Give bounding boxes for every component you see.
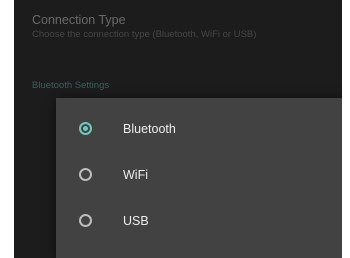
screen: Connection Type Choose the connection ty… [0,0,350,258]
settings-panel: Connection Type Choose the connection ty… [14,0,342,258]
option-label-wifi: WiFi [123,168,148,182]
option-wifi[interactable]: WiFi [56,156,342,196]
option-bluetooth[interactable]: Bluetooth [56,110,342,150]
option-usb[interactable]: USB [56,202,342,242]
option-label-bluetooth: Bluetooth [123,122,176,136]
radio-unselected-icon[interactable] [79,168,92,181]
connection-type-dialog: Bluetooth WiFi USB [56,98,342,258]
radio-selected-icon[interactable] [79,122,92,135]
radio-unselected-icon[interactable] [79,214,92,227]
option-label-usb: USB [123,214,149,228]
